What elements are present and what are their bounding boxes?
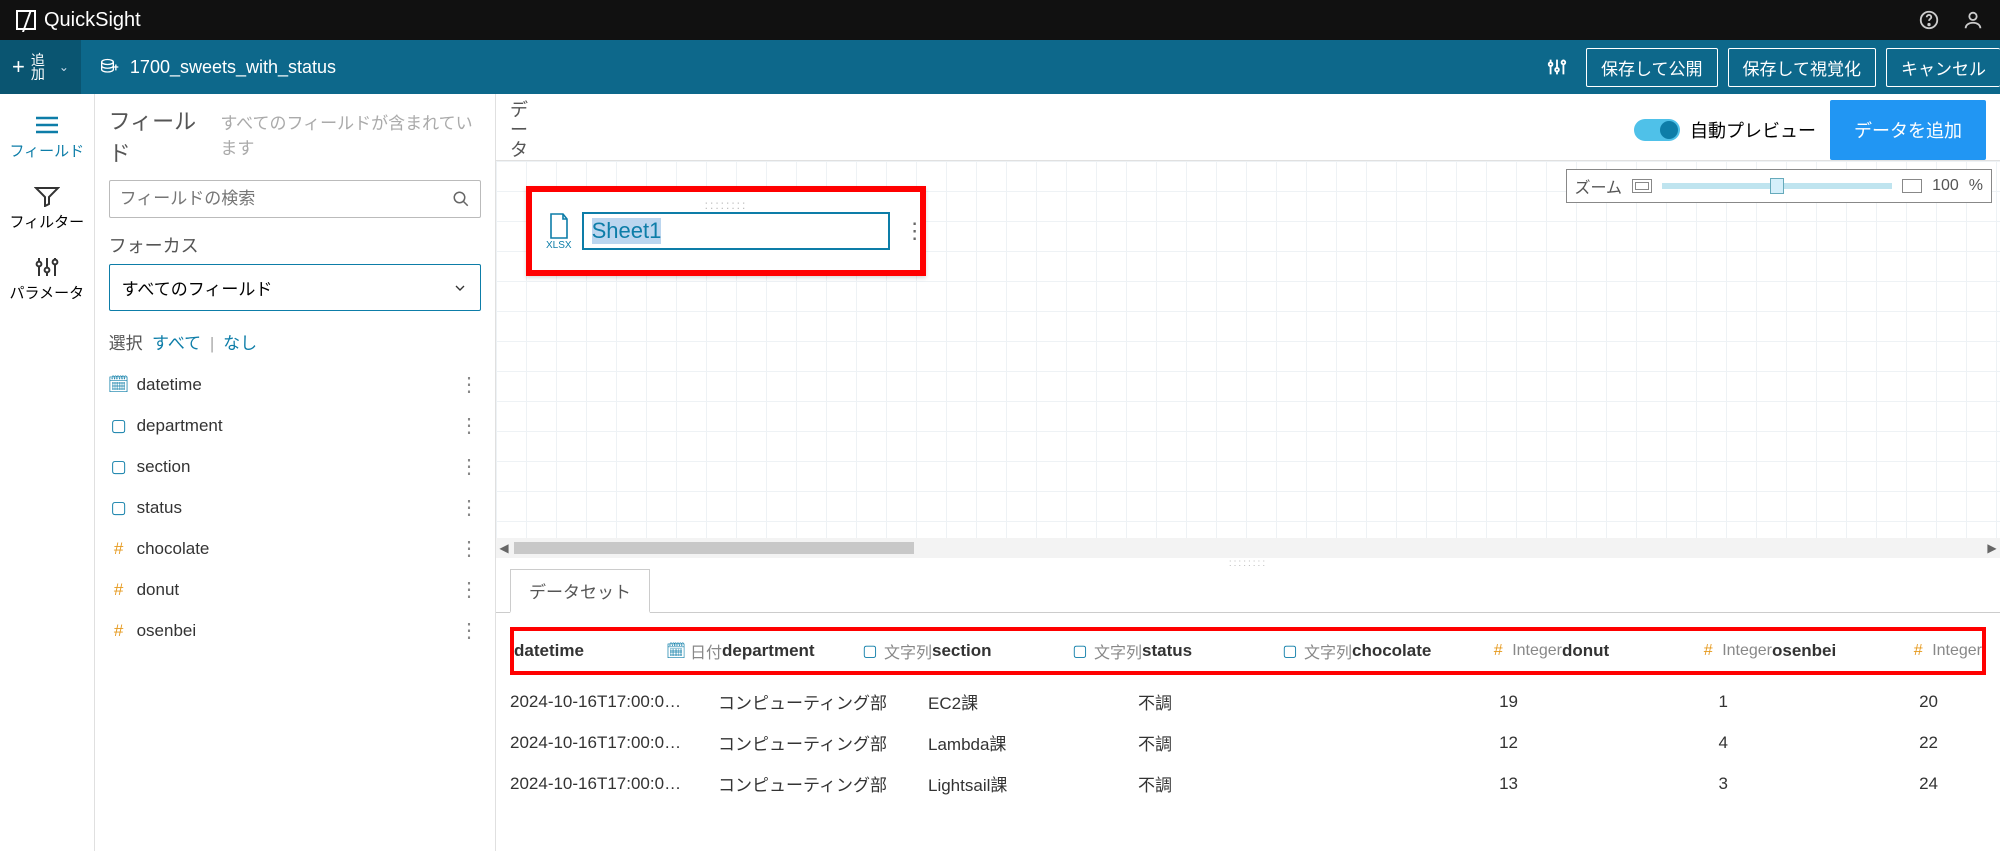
chevron-down-icon: [452, 280, 468, 296]
string-icon: ▢: [862, 643, 878, 659]
canvas-area: データ 自動プレビュー データを追加 ズーム 100 % ::::::::: [496, 94, 2000, 851]
table-row[interactable]: 2024-10-16T17:00:0… コンピューティング部 Lightsail…: [510, 763, 1986, 804]
field-item-osenbei[interactable]: # osenbei ⋮: [109, 610, 481, 651]
cancel-button[interactable]: キャンセル: [1886, 48, 2000, 87]
add-data-button[interactable]: データを追加: [1830, 100, 1986, 160]
table-row[interactable]: 2024-10-16T17:00:0… コンピューティング部 Lambda課 不…: [510, 722, 1986, 763]
field-item-donut[interactable]: # donut ⋮: [109, 569, 481, 610]
auto-preview-toggle[interactable]: [1634, 119, 1680, 141]
field-item-status[interactable]: ▢ status ⋮: [109, 487, 481, 528]
sheet-name-input[interactable]: [582, 212, 890, 250]
rail-parameters[interactable]: パラメータ: [0, 246, 94, 317]
field-item-section[interactable]: ▢ section ⋮: [109, 446, 481, 487]
app-name: QuickSight: [44, 9, 141, 32]
num-icon: #: [111, 623, 127, 639]
table-header-row: datetime 🗓日付 department ▢文字列 section ▢文字…: [514, 631, 1982, 671]
field-item-chocolate[interactable]: # chocolate ⋮: [109, 528, 481, 569]
number-icon: #: [1910, 643, 1926, 659]
dataset-name: 1700_sweets_with_status: [130, 57, 336, 78]
more-icon[interactable]: ⋮: [459, 413, 479, 438]
more-icon[interactable]: ⋮: [459, 495, 479, 520]
zoom-value: 100: [1932, 177, 1959, 195]
select-row: 選択 すべて | なし: [109, 329, 481, 354]
fields-subtitle: すべてのフィールドが含まれています: [220, 109, 481, 159]
select-all-link[interactable]: すべて: [152, 334, 201, 353]
settings-sliders-icon[interactable]: [1546, 56, 1568, 78]
auto-preview: 自動プレビュー: [1634, 100, 1816, 160]
zoom-bar: ズーム 100 %: [1566, 169, 1992, 203]
str-icon: ▢: [111, 418, 127, 434]
data-source-node[interactable]: :::::::: XLSX ⋮: [526, 186, 926, 276]
xlsx-file-icon: XLSX: [546, 212, 572, 251]
dataset-tab[interactable]: データセット: [510, 569, 650, 613]
quicksight-icon: [16, 10, 36, 30]
more-icon[interactable]: ⋮: [459, 536, 479, 561]
plus-icon: +: [12, 54, 25, 80]
number-icon: #: [1700, 643, 1716, 659]
dataset-toolbar: + 追 加 ⌄ 1700_sweets_with_status 保存して公開 保…: [0, 40, 2000, 94]
more-icon[interactable]: ⋮: [459, 618, 479, 643]
left-rail: フィールド フィルター パラメータ: [0, 94, 95, 851]
field-item-department[interactable]: ▢ department ⋮: [109, 405, 481, 446]
focus-dropdown[interactable]: すべてのフィールド: [109, 264, 481, 311]
field-label: datetime: [137, 375, 202, 395]
field-label: chocolate: [137, 539, 210, 559]
field-label: department: [137, 416, 223, 436]
dataset-tab-row: データセット: [496, 568, 2000, 613]
fields-panel: フィールド すべてのフィールドが含まれています フォーカス すべてのフィールド …: [95, 94, 496, 851]
number-icon: #: [1490, 643, 1506, 659]
scroll-right-icon[interactable]: ▶: [1984, 541, 2000, 555]
user-icon[interactable]: [1962, 9, 1984, 31]
string-icon: ▢: [1072, 643, 1088, 659]
zoom-fit-icon[interactable]: [1632, 179, 1652, 193]
rail-fields[interactable]: フィールド: [0, 104, 94, 175]
field-search-input[interactable]: [120, 189, 452, 209]
scrollbar-thumb[interactable]: [514, 542, 914, 554]
more-icon[interactable]: ⋮: [459, 454, 479, 479]
calendar-icon: 🗓: [668, 643, 684, 659]
preview-table: datetime 🗓日付 department ▢文字列 section ▢文字…: [496, 613, 2000, 804]
save-visualize-button[interactable]: 保存して視覚化: [1728, 48, 1877, 87]
field-label: status: [137, 498, 182, 518]
node-more-icon[interactable]: ⋮: [904, 218, 926, 244]
field-label: section: [137, 457, 191, 477]
zoom-full-icon[interactable]: [1902, 179, 1922, 193]
num-icon: #: [111, 582, 127, 598]
canvas-horizontal-scrollbar[interactable]: ◀ ▶: [496, 538, 2000, 558]
string-icon: ▢: [1282, 643, 1298, 659]
field-search[interactable]: [109, 180, 481, 218]
cal-icon: 🗓: [111, 377, 127, 393]
scroll-left-icon[interactable]: ◀: [496, 541, 512, 555]
app-topbar: QuickSight: [0, 0, 2000, 40]
filter-icon: [34, 185, 60, 207]
add-button[interactable]: + 追 加 ⌄: [0, 40, 82, 94]
dataset-breadcrumb[interactable]: 1700_sweets_with_status: [82, 57, 354, 78]
str-icon: ▢: [111, 500, 127, 516]
fields-icon: [34, 114, 60, 136]
database-icon: [100, 58, 120, 76]
app-logo[interactable]: QuickSight: [16, 9, 141, 32]
fields-title: フィールド: [109, 104, 209, 168]
parameters-icon: [34, 256, 60, 278]
more-icon[interactable]: ⋮: [459, 577, 479, 602]
table-row[interactable]: 2024-10-16T17:00:0… コンピューティング部 EC2課 不調 1…: [510, 681, 1986, 722]
select-none-link[interactable]: なし: [223, 334, 257, 353]
splitter-handle-icon[interactable]: ::::::::: [496, 558, 2000, 568]
drag-handle-icon[interactable]: ::::::::: [705, 198, 748, 212]
zoom-slider[interactable]: [1662, 183, 1892, 189]
str-icon: ▢: [111, 459, 127, 475]
save-publish-button[interactable]: 保存して公開: [1586, 48, 1718, 87]
field-label: osenbei: [137, 621, 197, 641]
canvas-grid[interactable]: ズーム 100 % :::::::: XLSX ⋮: [496, 160, 2000, 538]
rail-filters[interactable]: フィルター: [0, 175, 94, 246]
data-label: データ: [510, 100, 538, 160]
num-icon: #: [111, 541, 127, 557]
chevron-down-icon: ⌄: [59, 60, 69, 74]
help-icon[interactable]: [1918, 9, 1940, 31]
more-icon[interactable]: ⋮: [459, 372, 479, 397]
search-icon: [452, 190, 470, 208]
field-label: donut: [137, 580, 180, 600]
field-item-datetime[interactable]: 🗓 datetime ⋮: [109, 364, 481, 405]
focus-label: フォーカス: [109, 232, 481, 258]
